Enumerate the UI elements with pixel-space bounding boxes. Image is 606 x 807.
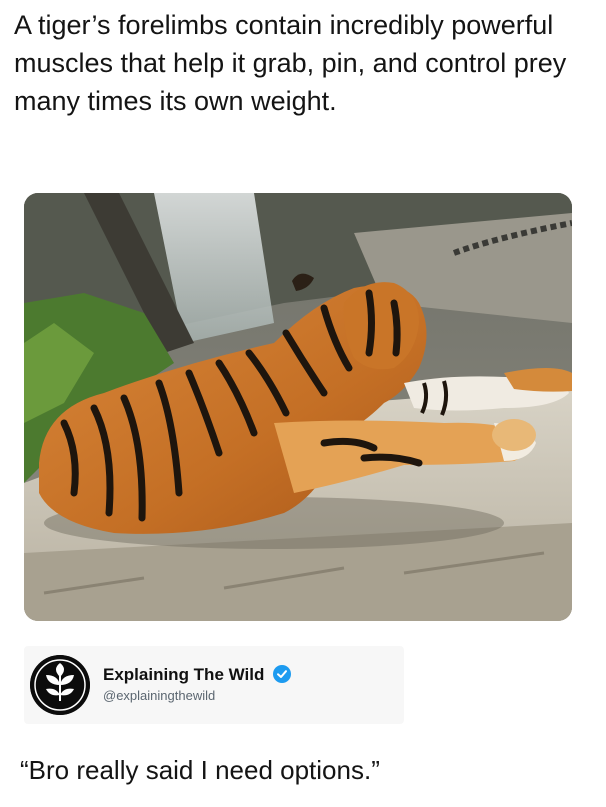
post-caption: A tiger’s forelimbs contain incredibly p… <box>14 10 567 116</box>
account-name[interactable]: Explaining The Wild <box>103 665 264 685</box>
verified-badge-icon <box>273 665 291 683</box>
quote-text: “Bro really said I need options.” <box>20 755 380 785</box>
account-handle[interactable]: @explainingthewild <box>103 688 215 703</box>
tiger-photo <box>24 193 572 621</box>
leaf-logo-icon[interactable] <box>30 655 90 715</box>
account-attribution[interactable]: Explaining The Wild @explainingthewild <box>24 646 404 724</box>
